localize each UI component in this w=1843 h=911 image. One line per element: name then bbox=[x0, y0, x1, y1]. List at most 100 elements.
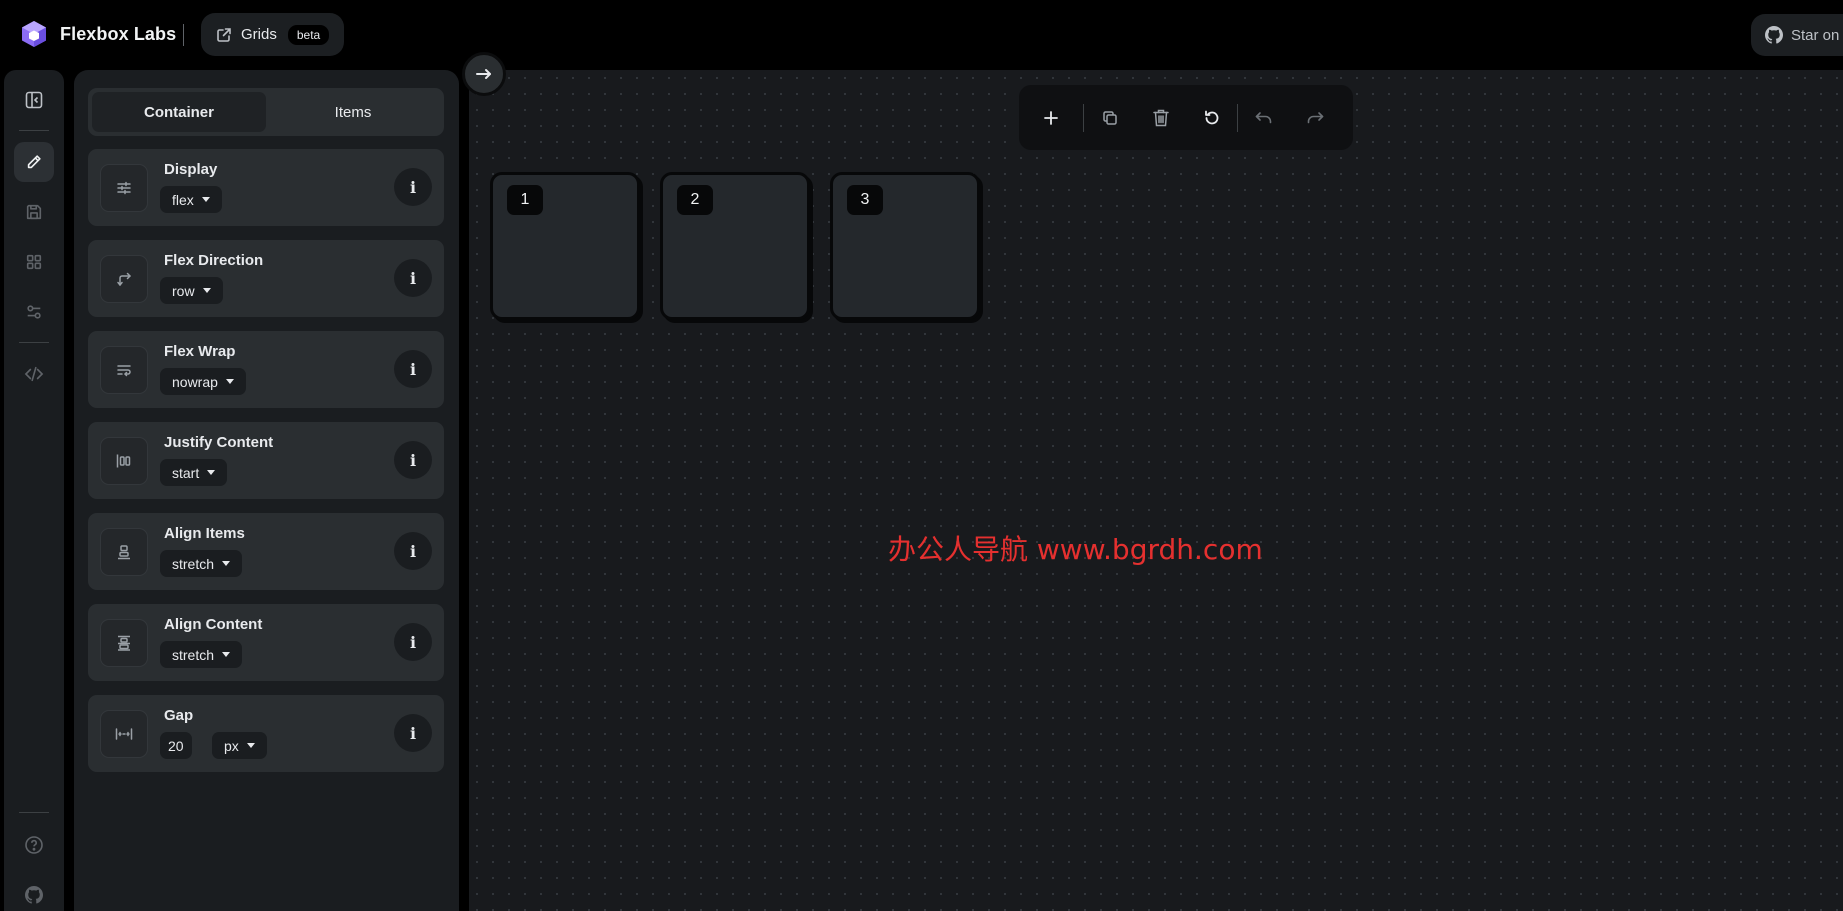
tab-container[interactable]: Container bbox=[92, 92, 266, 132]
item-number: 3 bbox=[847, 185, 883, 215]
info-icon: i bbox=[409, 359, 417, 379]
trash-icon bbox=[1152, 109, 1169, 126]
info-icon: i bbox=[409, 632, 417, 652]
rail-github-button[interactable] bbox=[14, 875, 54, 911]
delete-button[interactable] bbox=[1135, 85, 1186, 150]
code-icon bbox=[24, 366, 44, 382]
flex-wrap-select[interactable]: nowrap bbox=[160, 368, 246, 395]
select-value: px bbox=[224, 737, 239, 754]
info-button[interactable]: i bbox=[394, 714, 432, 752]
flex-item[interactable]: 2 bbox=[660, 172, 810, 320]
rail-help-button[interactable] bbox=[14, 825, 54, 865]
justify-content-select[interactable]: start bbox=[160, 459, 228, 486]
rail-code-button[interactable] bbox=[14, 354, 54, 394]
panel-tabs: Container Items bbox=[88, 88, 444, 136]
select-value: stretch bbox=[172, 555, 215, 572]
property-title: Gap bbox=[164, 707, 194, 724]
gap-value-input[interactable]: 20 bbox=[160, 732, 192, 759]
duplicate-button[interactable] bbox=[1084, 85, 1135, 150]
undo-button[interactable] bbox=[1238, 85, 1289, 150]
property-justify-content: Justify Content start i bbox=[88, 422, 444, 499]
brand-name: Flexbox Labs bbox=[60, 23, 177, 44]
pencil-icon bbox=[27, 155, 41, 169]
property-flex-direction: Flex Direction row i bbox=[88, 240, 444, 317]
display-icon bbox=[100, 164, 148, 212]
beta-badge: beta bbox=[287, 24, 330, 45]
info-button[interactable]: i bbox=[394, 441, 432, 479]
align-content-select[interactable]: stretch bbox=[160, 641, 243, 668]
arrow-right-icon bbox=[476, 69, 491, 79]
rail-settings-button[interactable] bbox=[14, 292, 54, 332]
copy-icon bbox=[1102, 110, 1117, 125]
direction-icon bbox=[100, 255, 148, 303]
property-align-content: Align Content stretch i bbox=[88, 604, 444, 681]
info-icon: i bbox=[409, 450, 417, 470]
info-button[interactable]: i bbox=[394, 350, 432, 388]
grids-label: Grids bbox=[241, 26, 277, 43]
sliders-icon bbox=[27, 305, 41, 319]
info-icon: i bbox=[409, 268, 417, 288]
gap-value: 20 bbox=[168, 737, 184, 754]
info-button[interactable]: i bbox=[394, 168, 432, 206]
caret-down-icon bbox=[222, 652, 231, 657]
rail-divider bbox=[19, 342, 49, 343]
flex-item[interactable]: 3 bbox=[830, 172, 980, 320]
info-button[interactable]: i bbox=[394, 623, 432, 661]
info-button[interactable]: i bbox=[394, 532, 432, 570]
collapse-panel-button[interactable] bbox=[462, 52, 506, 96]
select-value: row bbox=[172, 282, 195, 299]
caret-down-icon bbox=[225, 379, 234, 384]
justify-icon bbox=[100, 437, 148, 485]
reset-button[interactable] bbox=[1186, 85, 1237, 150]
icon-rail bbox=[4, 70, 64, 911]
property-title: Align Content bbox=[164, 616, 263, 633]
gap-icon bbox=[100, 710, 148, 758]
sidebar-toggle-button[interactable] bbox=[14, 80, 54, 120]
grid-icon bbox=[26, 254, 42, 270]
caret-down-icon bbox=[246, 743, 255, 748]
properties-panel: Container Items Display flex i Flex Dire… bbox=[74, 70, 459, 911]
reset-icon bbox=[1204, 110, 1218, 124]
property-title: Flex Direction bbox=[164, 252, 264, 269]
redo-button[interactable] bbox=[1289, 85, 1340, 150]
caret-down-icon bbox=[202, 288, 211, 293]
info-icon: i bbox=[409, 177, 417, 197]
rail-edit-button[interactable] bbox=[14, 142, 54, 182]
item-number: 1 bbox=[507, 185, 543, 215]
info-icon: i bbox=[409, 541, 417, 561]
sidebar-toggle-icon bbox=[25, 91, 43, 109]
flex-direction-select[interactable]: row bbox=[160, 277, 223, 304]
tab-items[interactable]: Items bbox=[266, 92, 440, 132]
rail-divider bbox=[19, 812, 49, 813]
save-icon bbox=[26, 204, 42, 220]
rail-save-button[interactable] bbox=[14, 192, 54, 232]
property-flex-wrap: Flex Wrap nowrap i bbox=[88, 331, 444, 408]
redo-icon bbox=[1307, 111, 1323, 123]
select-value: nowrap bbox=[172, 373, 218, 390]
select-value: stretch bbox=[172, 646, 215, 663]
property-display: Display flex i bbox=[88, 149, 444, 226]
property-title: Align Items bbox=[164, 525, 245, 542]
caret-down-icon bbox=[201, 197, 210, 202]
add-item-button[interactable] bbox=[1019, 85, 1083, 150]
grids-link-button[interactable]: Grids beta bbox=[201, 13, 344, 56]
info-icon: i bbox=[409, 723, 417, 743]
rail-grid-button[interactable] bbox=[14, 242, 54, 282]
gap-unit-select[interactable]: px bbox=[212, 732, 267, 759]
help-icon bbox=[25, 836, 43, 854]
flex-item[interactable]: 1 bbox=[490, 172, 640, 320]
display-select[interactable]: flex bbox=[160, 186, 222, 213]
info-button[interactable]: i bbox=[394, 259, 432, 297]
logo[interactable]: Flexbox Labs bbox=[20, 20, 176, 48]
item-number: 2 bbox=[677, 185, 713, 215]
rail-divider bbox=[19, 130, 49, 131]
align-items-select[interactable]: stretch bbox=[160, 550, 243, 577]
star-on-github-button[interactable]: Star on bbox=[1751, 14, 1843, 56]
canvas-toolbar bbox=[1019, 85, 1353, 150]
github-icon bbox=[1765, 26, 1783, 44]
brand-divider bbox=[183, 24, 184, 46]
property-title: Justify Content bbox=[164, 434, 274, 451]
github-icon bbox=[25, 886, 43, 904]
top-bar: Flexbox Labs Grids beta Star on bbox=[0, 0, 1843, 70]
property-align-items: Align Items stretch i bbox=[88, 513, 444, 590]
